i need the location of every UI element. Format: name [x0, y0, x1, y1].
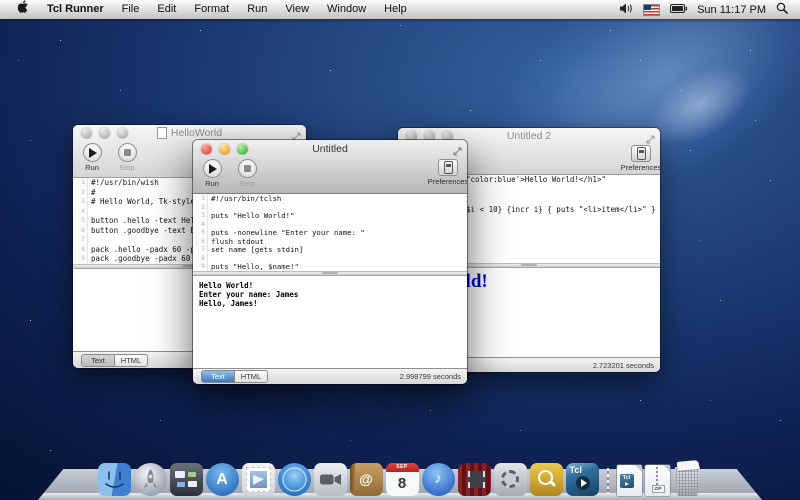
minimize-button[interactable] — [99, 128, 110, 139]
stop-button[interactable]: Stop — [114, 143, 140, 172]
helloworld-traffic-lights — [81, 128, 128, 139]
menu-bar: Tcl Runner File Edit Format Run View Win… — [0, 0, 800, 19]
run-button[interactable]: Run — [199, 159, 225, 188]
run-label: Run — [85, 163, 99, 172]
menu-status-area: Sun 11:17 PM — [620, 2, 788, 17]
close-button[interactable] — [81, 128, 92, 139]
untitled-code-editor[interactable]: 1#!/usr/bin/tclsh 2 3puts "Hello World!"… — [193, 194, 467, 271]
untitled-bottom-bar: Text HTML 2.998799 seconds — [193, 368, 467, 384]
tab-text[interactable]: Text — [202, 371, 234, 382]
console-output: Hello World! Enter your name: James Hell… — [193, 276, 467, 308]
apple-icon — [17, 0, 29, 13]
menu-view[interactable]: View — [276, 0, 318, 19]
untitled-chrome: Untitled Run Stop Preferences — [193, 140, 467, 194]
elapsed-time: 2.723201 seconds — [593, 361, 654, 370]
fullscreen-icon[interactable] — [646, 131, 655, 149]
code-line: 9puts "Hello, $name!" — [193, 262, 467, 271]
dock-finder-icon[interactable] — [98, 463, 131, 496]
volume-icon[interactable] — [620, 3, 633, 17]
output-mode-segment: Text HTML — [201, 370, 268, 383]
untitled-toolbar: Run Stop Preferences — [193, 157, 467, 193]
stop-label: Stop — [119, 163, 134, 172]
stop-label: Stop — [239, 179, 254, 188]
close-button[interactable] — [201, 143, 212, 154]
dock-safari-icon[interactable] — [278, 463, 311, 496]
menu-format[interactable]: Format — [185, 0, 238, 19]
menu-app-name[interactable]: Tcl Runner — [38, 0, 113, 19]
preferences-label: Preferences — [621, 163, 660, 172]
untitled-title-text: Untitled — [312, 143, 348, 155]
code-line: 6flush stdout — [193, 237, 467, 246]
dock-icons: A @ SEP 8 ♪ Tcl — [38, 463, 762, 496]
minimize-button[interactable] — [219, 143, 230, 154]
fullscreen-icon[interactable] — [453, 143, 462, 161]
tab-html[interactable]: HTML — [234, 371, 267, 382]
dock-mission-control-icon[interactable] — [170, 463, 203, 496]
dock-system-preferences-icon[interactable] — [494, 463, 527, 496]
pane-splitter[interactable] — [193, 271, 467, 276]
dock-separator — [602, 466, 614, 496]
untitled-traffic-lights — [201, 143, 248, 154]
preferences-button[interactable]: Preferences — [628, 145, 654, 172]
untitled-output-pane: Hello World! Enter your name: James Hell… — [193, 276, 467, 368]
menu-file[interactable]: File — [113, 0, 149, 19]
code-line: 1#!/usr/bin/tclsh — [193, 194, 467, 203]
code-line: 8 — [193, 254, 467, 263]
spotlight-icon[interactable] — [776, 2, 788, 17]
preferences-label: Preferences — [428, 177, 467, 186]
code-line: 5puts -nonewline "Enter your name: " — [193, 228, 467, 237]
code-line: 2 — [193, 203, 467, 212]
window-untitled: Untitled Run Stop Preferences 1#!/usr/bi… — [193, 140, 467, 384]
run-icon[interactable] — [203, 159, 222, 178]
run-icon[interactable] — [83, 143, 102, 162]
dock-zip-document-icon[interactable]: ZIP — [645, 465, 670, 496]
run-button[interactable]: Run — [79, 143, 105, 172]
dock-trash-icon[interactable] — [673, 463, 703, 496]
elapsed-time: 2.998799 seconds — [400, 372, 461, 381]
dock-address-book-icon[interactable]: @ — [350, 463, 383, 496]
dock-tcl-runner-icon[interactable]: Tcl — [566, 463, 599, 496]
menu-window[interactable]: Window — [318, 0, 375, 19]
dock-itunes-icon[interactable]: ♪ — [422, 463, 455, 496]
preferences-icon[interactable] — [438, 159, 458, 176]
stop-button[interactable]: Stop — [234, 159, 260, 188]
code-line: 4 — [193, 220, 467, 229]
helloworld-title: HelloWorld — [157, 127, 222, 139]
menu-clock[interactable]: Sun 11:17 PM — [697, 4, 766, 16]
dock-mail-icon[interactable] — [242, 463, 275, 496]
dock-tcl-document-icon[interactable]: Tcl — [617, 465, 642, 496]
run-label: Run — [205, 179, 219, 188]
apple-menu[interactable] — [8, 0, 38, 19]
helloworld-titlebar[interactable]: HelloWorld — [73, 125, 306, 141]
menu-help[interactable]: Help — [375, 0, 416, 19]
menu-edit[interactable]: Edit — [148, 0, 185, 19]
dock-archive-utility-icon[interactable] — [530, 463, 563, 496]
preferences-button[interactable]: Preferences — [435, 159, 461, 186]
dock-photo-booth-icon[interactable] — [458, 463, 491, 496]
untitled2-title-text: Untitled 2 — [507, 130, 551, 142]
document-proxy-icon — [157, 127, 167, 139]
dock: A @ SEP 8 ♪ Tcl — [38, 469, 762, 500]
stop-icon[interactable] — [238, 159, 257, 178]
menu-run[interactable]: Run — [238, 0, 276, 19]
dock-facetime-icon[interactable] — [314, 463, 347, 496]
zoom-button[interactable] — [237, 143, 248, 154]
code-line: 3puts "Hello World!" — [193, 211, 467, 220]
battery-icon[interactable] — [670, 4, 687, 16]
zoom-button[interactable] — [117, 128, 128, 139]
code-line: 7set name [gets stdin] — [193, 245, 467, 254]
output-mode-segment: Text HTML — [81, 354, 148, 367]
tab-text[interactable]: Text — [82, 355, 114, 366]
dock-launchpad-icon[interactable] — [134, 463, 167, 496]
tab-html[interactable]: HTML — [114, 355, 147, 366]
dock-ical-icon[interactable]: SEP 8 — [386, 463, 419, 496]
untitled-titlebar[interactable]: Untitled — [193, 140, 467, 157]
helloworld-title-text: HelloWorld — [171, 127, 222, 139]
dock-app-store-icon[interactable]: A — [206, 463, 239, 496]
stop-icon[interactable] — [118, 143, 137, 162]
input-language-flag-icon[interactable] — [643, 4, 660, 16]
